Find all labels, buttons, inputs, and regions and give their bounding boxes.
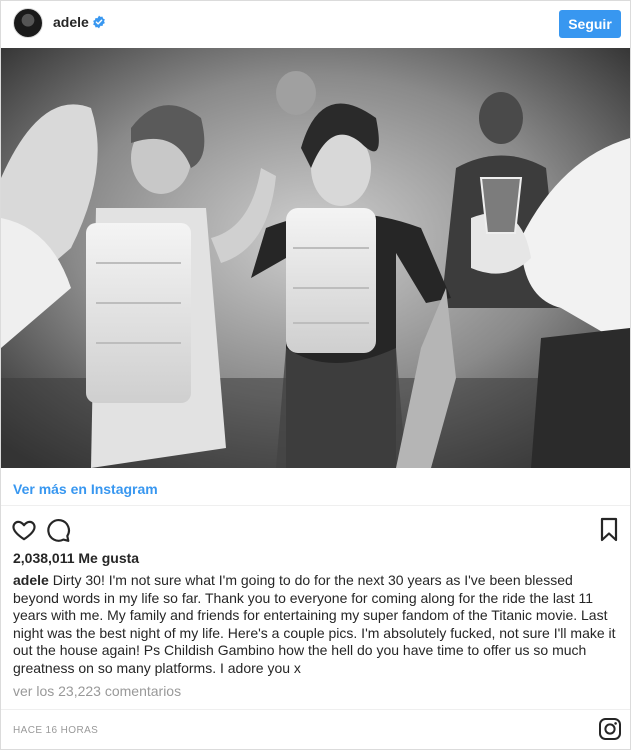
post-photo-image: [1, 48, 630, 468]
speech-bubble-icon[interactable]: [45, 517, 71, 543]
caption-text: Dirty 30! I'm not sure what I'm going to…: [13, 572, 616, 676]
post-header: adele Seguir: [1, 1, 630, 47]
instagram-glyph-icon[interactable]: [598, 717, 622, 741]
avatar[interactable]: [13, 8, 43, 38]
post-caption: adele Dirty 30! I'm not sure what I'm go…: [13, 572, 618, 677]
view-all-comments-link[interactable]: ver los 23,223 comentarios: [13, 683, 181, 699]
verified-badge-icon: [93, 15, 105, 29]
post-photo[interactable]: [1, 48, 630, 468]
bookmark-icon[interactable]: [598, 517, 620, 543]
view-more-on-instagram-link[interactable]: Ver más en Instagram: [13, 481, 158, 497]
instagram-embed-card: adele Seguir Ver más en Instagram 2,038,…: [0, 0, 631, 750]
heart-outline-icon[interactable]: [11, 517, 37, 543]
username-link[interactable]: adele: [53, 14, 89, 30]
like-count[interactable]: 2,038,011 Me gusta: [13, 550, 139, 566]
divider: [1, 709, 630, 710]
post-timestamp[interactable]: HACE 16 HORAS: [13, 725, 98, 736]
follow-button[interactable]: Seguir: [559, 10, 621, 38]
caption-username-link[interactable]: adele: [13, 572, 49, 588]
divider: [1, 505, 630, 506]
